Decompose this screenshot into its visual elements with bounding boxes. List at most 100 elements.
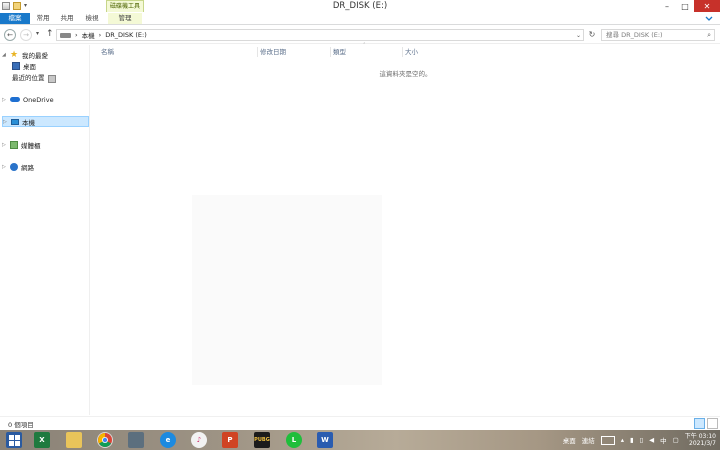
tab-share[interactable]: 共用 [56,13,78,24]
nav-label: OneDrive [23,95,54,104]
itunes-taskbar-icon[interactable]: ♪ [191,432,207,448]
details-view-button[interactable] [694,418,705,429]
clock-time: 下午 03:10 [684,433,716,440]
address-dropdown-icon[interactable]: ⌄ [576,30,581,41]
background-shade [192,195,382,385]
internet-explorer-taskbar-icon[interactable]: e [160,432,176,448]
close-button[interactable]: ✕ [694,0,720,12]
touch-keyboard-icon[interactable] [600,435,615,445]
start-button[interactable] [6,432,22,448]
column-header-size[interactable]: 大小 [405,47,418,57]
nav-label: 最近的位置 [12,73,45,82]
chevron-down-icon [705,16,713,21]
search-placeholder: 搜尋 DR_DISK (E:) [606,31,663,39]
onedrive-icon [10,97,20,102]
nav-item-onedrive[interactable]: ▷ OneDrive [2,94,89,105]
window-title: DR_DISK (E:) [332,1,388,11]
nav-item-network[interactable]: ▷ 網路 [2,161,89,172]
address-bar[interactable]: › 本機 › DR_DISK (E:) ⌄ [56,29,584,41]
line-taskbar-icon[interactable]: L [286,432,302,448]
search-icon: ⌕ [707,31,711,39]
tab-file[interactable]: 檔案 [0,13,30,24]
window-controls: – □ ✕ [658,0,720,12]
tab-home[interactable]: 常用 [32,13,54,24]
nav-label: 我的最愛 [22,51,48,60]
minimize-button[interactable]: – [658,0,676,12]
input-method-indicator[interactable]: 中 [660,435,667,445]
tab-view[interactable]: 檢視 [81,13,103,24]
column-divider[interactable] [330,47,331,57]
ribbon-tabs: 檔案 常用 共用 檢視 管理 [0,12,720,25]
nav-item-recent-places[interactable]: 最近的位置 [12,71,99,83]
chrome-taskbar-icon[interactable] [97,432,113,448]
star-icon: ★ [10,49,19,60]
media-player-taskbar-icon[interactable] [128,432,144,448]
libraries-icon [10,140,18,149]
nav-item-libraries[interactable]: ▷ 媒體櫃 [2,139,89,150]
drive-icon [60,32,71,38]
breadcrumb-drive[interactable]: DR_DISK (E:) [105,31,147,39]
volume-icon[interactable]: ◀ [649,436,654,444]
search-input[interactable]: 搜尋 DR_DISK (E:) ⌕ [601,29,715,41]
item-count: 0 個項目 [8,421,34,429]
nav-label: 桌面 [23,62,36,71]
maximize-button[interactable]: □ [676,0,694,12]
file-explorer-taskbar-icon[interactable] [66,432,82,448]
clock[interactable]: 下午 03:10 2021/3/7 [685,433,716,447]
expand-icon[interactable]: ▷ [2,142,7,148]
forward-button[interactable]: → [20,29,32,41]
nav-item-desktop[interactable]: 桌面 [12,60,99,71]
file-list[interactable]: 名稱 修改日期 ˆ 類型 大小 這資料夾是空的。 [91,43,720,415]
collapse-icon[interactable]: ◢ [2,52,7,58]
show-hidden-icons-icon[interactable]: ▴ [621,436,624,444]
network-tray-icon[interactable]: ▯ [640,436,644,444]
column-header-type[interactable]: 類型 [333,47,346,57]
address-separator: › [75,31,78,39]
this-pc-icon [11,118,19,125]
desktop-toolbar[interactable]: 桌面 [563,435,576,445]
expand-icon[interactable]: ▷ [3,119,8,125]
word-taskbar-icon[interactable]: W [317,432,333,448]
expand-icon[interactable]: ▷ [2,164,7,170]
nav-item-this-pc[interactable]: ▷ 本機 [2,116,89,127]
expand-icon[interactable]: ▷ [2,97,7,103]
status-bar: 0 個項目 [0,416,720,430]
column-divider[interactable] [402,47,403,57]
column-divider[interactable] [257,47,258,57]
desktop-icon [12,61,20,70]
expand-ribbon-button[interactable] [704,13,714,24]
nav-label: 媒體櫃 [21,141,41,150]
file-explorer-window: ▾ 磁碟機工具 DR_DISK (E:) – □ ✕ 檔案 常用 共用 檢視 管… [0,0,720,430]
windows-logo-icon [8,434,20,446]
clock-date: 2021/3/7 [689,440,716,447]
nav-label: 本機 [22,118,35,127]
back-button[interactable]: ← [4,29,16,41]
breadcrumb-this-pc[interactable]: 本機 [82,30,95,40]
taskbar: X e ♪ P PUBG L W 桌面 連結 ▴ ▮ ▯ ◀ 中 ▢ 下午 03… [0,430,720,450]
column-header-name[interactable]: 名稱 [101,47,114,57]
recent-locations-dropdown[interactable]: ▾ [36,30,39,37]
tab-manage[interactable]: 管理 [108,13,142,24]
refresh-button[interactable]: ↻ [586,29,598,41]
navigation-pane: ◢ ★ 我的最愛 桌面 最近的位置 ▷ OneDrive ▷ 本機 ▷ 媒體櫃 [0,45,90,415]
large-icons-view-button[interactable] [707,418,718,429]
column-header-date-modified[interactable]: 修改日期 [260,47,286,57]
action-center-icon[interactable]: ▢ [673,436,679,444]
navigation-bar: ← → ▾ ↑ › 本機 › DR_DISK (E:) ⌄ ↻ 搜尋 DR_DI… [0,26,720,44]
links-toolbar[interactable]: 連結 [582,435,595,445]
title-bar: ▾ 磁碟機工具 DR_DISK (E:) – □ ✕ [0,0,720,12]
recent-places-icon [48,75,56,83]
excel-taskbar-icon[interactable]: X [34,432,50,448]
powerpoint-taskbar-icon[interactable]: P [222,432,238,448]
pubg-taskbar-icon[interactable]: PUBG [254,432,270,448]
empty-folder-message: 這資料夾是空的。 [379,70,432,78]
address-separator: › [98,31,102,39]
network-icon [10,162,18,171]
chrome-logo-icon [98,433,112,447]
battery-icon[interactable]: ▮ [630,436,634,444]
up-button[interactable]: ↑ [46,29,54,39]
system-tray: 桌面 連結 ▴ ▮ ▯ ◀ 中 ▢ 下午 03:10 2021/3/7 [563,430,720,450]
sort-indicator-icon: ˆ [363,43,366,49]
nav-item-favorites[interactable]: ◢ ★ 我的最愛 [2,49,89,60]
nav-label: 網路 [21,163,34,172]
